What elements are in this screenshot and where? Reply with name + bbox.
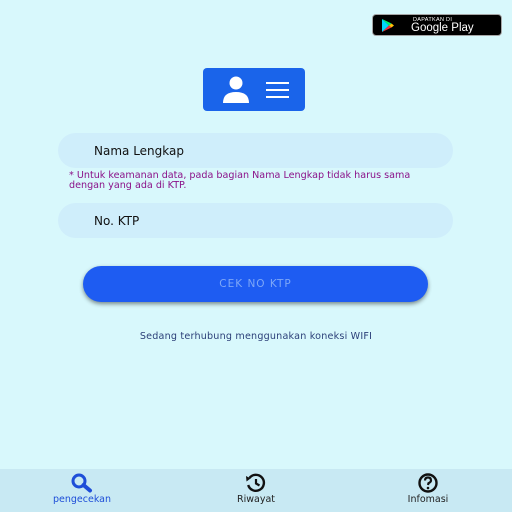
connection-status: Sedang terhubung menggunakan koneksi WIF…	[139, 331, 373, 342]
nav-item-riwayat[interactable]: Riwayat	[222, 469, 290, 512]
security-note: * Untuk keamanan data, pada bagian Nama …	[69, 170, 411, 191]
nav-label-pengecekan: pengecekan	[52, 494, 112, 505]
nav-item-infomasi[interactable]: Infomasi	[395, 469, 461, 512]
bottom-navigation: pengecekan Riwayat Infomasi	[0, 469, 512, 512]
help-icon	[418, 473, 438, 493]
nav-label-riwayat: Riwayat	[237, 494, 275, 505]
ktp-field-container	[58, 203, 453, 238]
google-play-badge[interactable]: DAPATKAN DI Google Play	[372, 14, 502, 36]
id-card-icon	[203, 68, 305, 111]
badge-big-text: Google Play	[411, 22, 474, 34]
nav-label-infomasi: Infomasi	[407, 494, 449, 505]
nav-item-pengecekan[interactable]: pengecekan	[46, 469, 118, 512]
history-icon	[246, 473, 266, 492]
name-field-container	[58, 133, 453, 168]
check-ktp-button[interactable]: CEK NO KTP	[83, 266, 428, 302]
google-play-logo-icon	[382, 19, 394, 32]
ktp-number-input[interactable]	[92, 212, 453, 229]
full-name-input[interactable]	[92, 142, 453, 159]
search-icon	[71, 473, 92, 493]
